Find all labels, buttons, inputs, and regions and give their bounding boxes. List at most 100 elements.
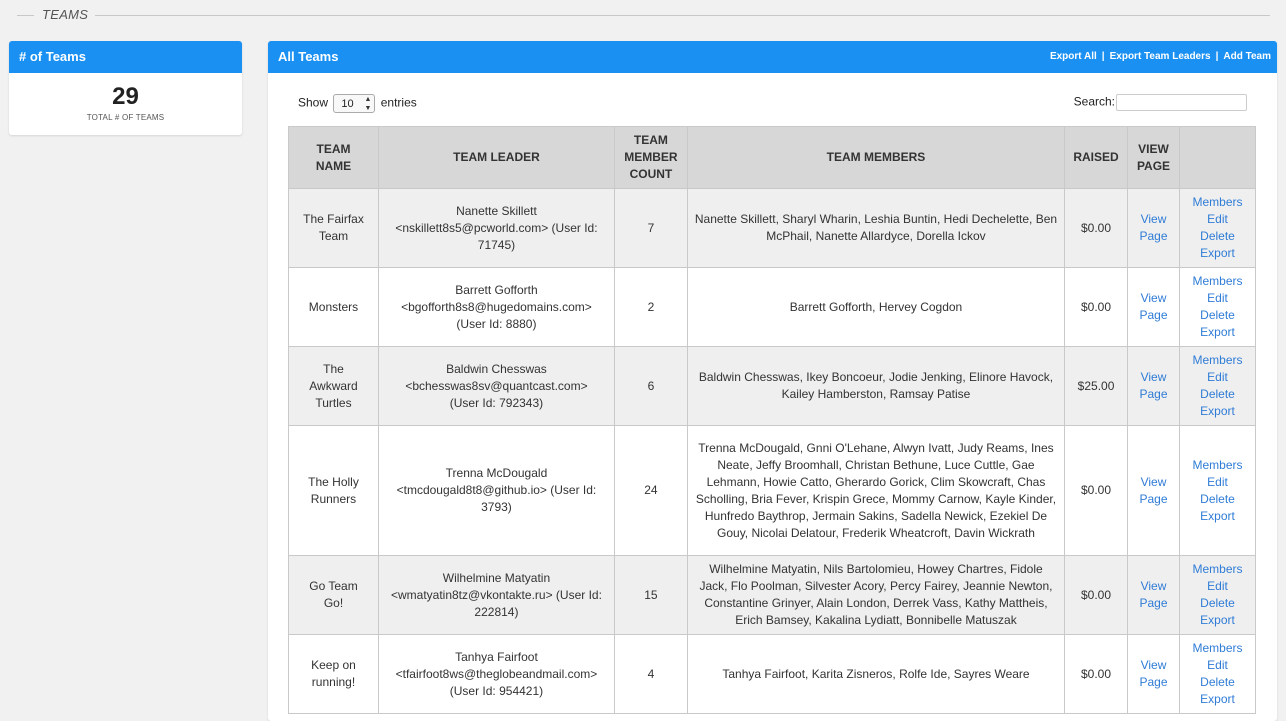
table-row: Monsters Barrett Gofforth <bgofforth8s8@h… [288,267,1256,347]
members-link[interactable]: Members [1186,561,1249,578]
actions-cell: Members Edit Delete Export [1179,555,1256,635]
team-members-cell: Wilhelmine Matyatin, Nils Bartolomieu, H… [686,555,1066,635]
team-members: Baldwin Chesswas, Ikey Boncoeur, Jodie J… [698,370,1054,401]
search-input[interactable] [1116,94,1247,111]
col-raised[interactable]: RAISED [1064,126,1129,189]
table-header-row: TEAM NAME TEAM LEADER TEAM MEMBER COUNT … [288,126,1256,189]
edit-link[interactable]: Edit [1186,578,1249,595]
view-page-link[interactable]: View Page [1137,578,1171,612]
edit-link[interactable]: Edit [1186,211,1249,228]
team-members: Nanette Skillett, Sharyl Wharin, Leshia … [694,212,1058,243]
raised-cell: $0.00 [1064,555,1129,635]
export-link[interactable]: Export [1186,324,1249,341]
edit-link[interactable]: Edit [1186,474,1249,491]
view-page-cell: View Page [1127,555,1180,635]
col-team-leader[interactable]: TEAM LEADER [377,126,615,189]
view-page-cell: View Page [1127,425,1180,556]
team-name: Go Team Go! [309,579,358,610]
edit-link[interactable]: Edit [1186,290,1249,307]
raised-cell: $0.00 [1064,188,1129,268]
raised-cell: $0.00 [1064,425,1129,556]
delete-link[interactable]: Delete [1186,228,1249,245]
view-page-cell: View Page [1127,634,1180,714]
divider [17,15,34,16]
delete-link[interactable]: Delete [1186,674,1249,691]
team-count-card: # of Teams 29 TOTAL # OF TEAMS [9,41,242,135]
team-name: The Holly Runners [308,474,359,506]
all-teams-header: All Teams Export All | Export Team Leaders… [268,41,1277,73]
team-name-cell: The Awkward Turtles [288,346,379,426]
member-count-cell: 6 [613,346,688,426]
all-teams-panel: All Teams Export All | Export Team Leaders… [268,41,1277,721]
actions-cell: Members Edit Delete Export [1179,188,1256,268]
export-all-link[interactable]: Export All [1050,51,1097,62]
team-name: Monsters [308,299,359,314]
panel-actions: Export All | Export Team Leaders | Add Team [1049,51,1271,62]
team-members: Tanhya Fairfoot, Karita Zisneros, Rolfe … [722,666,1030,681]
team-leader-cell: Nanette Skillett <nskillett8s5@pcworld.c… [377,188,615,268]
export-link[interactable]: Export [1186,691,1249,708]
members-link[interactable]: Members [1186,640,1249,657]
members-link[interactable]: Members [1186,352,1249,369]
entries-select-value: 10 [341,98,354,110]
col-team-name[interactable]: TEAM NAME [288,126,379,189]
team-members: Trenna McDougald, Gnni O'Lehane, Alwyn I… [695,440,1057,540]
raised-cell: $25.00 [1064,346,1129,426]
raised-cell: $0.00 [1064,634,1129,714]
members-link[interactable]: Members [1186,194,1249,211]
team-leader-cell: Tanhya Fairfoot <tfairfoot8ws@theglobean… [377,634,615,714]
members-link[interactable]: Members [1186,457,1249,474]
member-count-cell: 2 [613,267,688,347]
col-member-count[interactable]: TEAM MEMBER COUNT [613,126,688,189]
view-page-link[interactable]: View Page [1137,211,1171,245]
view-page-link[interactable]: View Page [1137,369,1171,403]
delete-link[interactable]: Delete [1186,491,1249,508]
team-count-label: TOTAL # OF TEAMS [86,113,165,122]
edit-link[interactable]: Edit [1186,657,1249,674]
team-leader: Tanhya Fairfoot <tfairfoot8ws@theglobean… [395,649,598,698]
entries-label: entries [380,95,417,110]
col-view-page[interactable]: VIEW PAGE [1127,126,1180,189]
team-count-card-title: # of Teams [9,41,242,73]
table-row: The Fairfax Team Nanette Skillett <nskill… [288,188,1256,268]
export-link[interactable]: Export [1186,612,1249,629]
view-page-cell: View Page [1127,267,1180,347]
team-leader-cell: Trenna McDougald <tmcdougald8t8@github.i… [377,425,615,556]
team-name-cell: The Holly Runners [288,425,379,556]
member-count-cell: 4 [613,634,688,714]
team-name-cell: Go Team Go! [288,555,379,635]
team-members: Wilhelmine Matyatin, Nils Bartolomieu, H… [699,562,1053,627]
member-count-cell: 7 [613,188,688,268]
view-page-link[interactable]: View Page [1137,657,1171,691]
members-link[interactable]: Members [1186,273,1249,290]
export-link[interactable]: Export [1186,245,1249,262]
export-team-leaders-link[interactable]: Export Team Leaders [1110,51,1211,62]
col-team-members[interactable]: TEAM MEMBERS [686,126,1066,189]
team-members: Barrett Gofforth, Hervey Cogdon [789,299,963,314]
team-name: The Awkward Turtles [309,361,358,410]
view-page-cell: View Page [1127,188,1180,268]
delete-link[interactable]: Delete [1186,307,1249,324]
export-link[interactable]: Export [1186,508,1249,525]
delete-link[interactable]: Delete [1186,386,1249,403]
team-leader: Trenna McDougald <tmcdougald8t8@github.i… [396,466,597,514]
team-leader-cell: Wilhelmine Matyatin <wmatyatin8tz@vkonta… [377,555,615,635]
edit-link[interactable]: Edit [1186,369,1249,386]
team-members-cell: Baldwin Chesswas, Ikey Boncoeur, Jodie J… [686,346,1066,426]
entries-control: Show 10 ▲ ▼ entries [298,94,417,113]
teams-table: TEAM NAME TEAM LEADER TEAM MEMBER COUNT … [288,126,1256,714]
section-title: TEAMS [42,7,89,22]
add-team-link[interactable]: Add Team [1223,51,1271,62]
export-link[interactable]: Export [1186,403,1249,420]
team-members-cell: Barrett Gofforth, Hervey Cogdon [686,267,1066,347]
delete-link[interactable]: Delete [1186,595,1249,612]
divider [95,15,1270,16]
entries-select[interactable]: 10 ▲ ▼ [333,94,376,113]
panel-title: All Teams [278,49,339,64]
team-members-cell: Trenna McDougald, Gnni O'Lehane, Alwyn I… [686,425,1066,556]
member-count-cell: 15 [613,555,688,635]
team-name-cell: Monsters [288,267,379,347]
team-leader: Nanette Skillett <nskillett8s5@pcworld.c… [395,203,598,252]
view-page-link[interactable]: View Page [1137,290,1171,324]
view-page-link[interactable]: View Page [1137,474,1171,508]
